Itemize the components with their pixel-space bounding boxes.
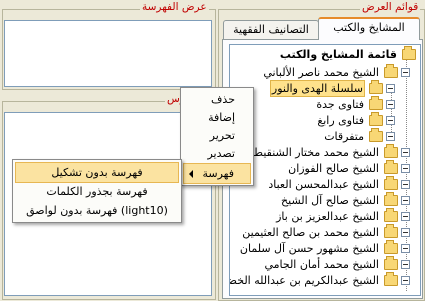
context-menu: حذف إضافة تحرير تصدير فهرسة (180, 87, 254, 186)
submenu-item-word-roots[interactable]: فهرسة بجذور الكلمات (15, 182, 179, 203)
collapse-icon[interactable] (401, 243, 410, 253)
submenu-item-no-affixes[interactable]: فهرسة بدون لواصق (light10) (15, 201, 179, 222)
collapse-icon[interactable] (401, 211, 410, 221)
folder-icon (369, 79, 383, 94)
folder-icon (384, 239, 398, 254)
tree-node[interactable]: الشيخ صالح آل الشيخ (280, 191, 410, 208)
tree-node[interactable]: متفرقات (323, 127, 395, 144)
collapse-icon[interactable] (401, 163, 410, 173)
collapse-icon[interactable] (401, 275, 410, 285)
collapse-icon[interactable] (401, 67, 410, 77)
folder-icon (384, 175, 398, 190)
folder-icon (384, 271, 398, 286)
submenu-item-no-diacritics[interactable]: فهرسة بدون تشكيل (15, 162, 179, 183)
tree-node[interactable]: فتاوى رابغ (316, 111, 395, 128)
tree-node[interactable]: الشيخ عبدالعزيز بن باز (275, 207, 410, 224)
tree-node[interactable]: الشيخ محمد مختار الشنقيطي (244, 143, 410, 160)
tree-node-selected[interactable]: سلسلة الهدى والنور (269, 79, 395, 97)
tree-node[interactable]: الشيخ محمد بن صالح العثيمين (241, 223, 410, 240)
folder-icon (369, 127, 383, 142)
collapse-icon[interactable] (386, 131, 395, 141)
collapse-icon[interactable] (401, 147, 410, 157)
tree-node[interactable]: فتاوى جدة (315, 95, 395, 112)
submenu-arrow-icon (189, 170, 193, 178)
folder-icon (384, 255, 398, 270)
collapse-icon[interactable] (401, 179, 410, 189)
index-display-box[interactable] (4, 20, 212, 87)
folder-icon (369, 111, 383, 126)
tree-node[interactable]: الشيخ عبدالكريم بن عبدالله الخضير (230, 271, 410, 288)
display-lists-title: قوائم العرض (360, 1, 421, 13)
tree-node[interactable]: الشيخ صالح الفوزان (287, 159, 410, 176)
folder-icon (384, 143, 398, 158)
menu-item-export[interactable]: تصدير (183, 144, 251, 165)
scholars-tree[interactable]: قائمة المشايخ والكتب الشيخ محمد ناصر الأ… (229, 44, 421, 296)
folder-icon (384, 207, 398, 222)
collapse-icon[interactable] (401, 227, 410, 237)
tree-node[interactable]: الشيخ مشهور حسن آل سلمان (239, 239, 410, 256)
tab-fiqh-categories[interactable]: التصانيف الفقهية (223, 20, 319, 39)
collapse-icon[interactable] (401, 195, 410, 205)
collapse-icon[interactable] (386, 83, 395, 93)
menu-item-indexing[interactable]: فهرسة (183, 163, 251, 184)
folder-icon (384, 159, 398, 174)
tree-node[interactable]: الشيخ محمد ناصر الألباني (262, 63, 410, 80)
folder-icon (402, 45, 416, 60)
indexing-submenu: فهرسة بدون تشكيل فهرسة بجذور الكلمات فهر… (12, 159, 182, 223)
tab-scholars-books[interactable]: المشايخ والكتب (318, 17, 420, 40)
tree-node[interactable]: الشيخ محمد أمان الجامي (263, 255, 410, 272)
collapse-icon[interactable] (386, 99, 395, 109)
tree-root[interactable]: قائمة المشايخ والكتب (279, 45, 416, 62)
collapse-icon[interactable] (386, 115, 395, 125)
folder-icon (369, 95, 383, 110)
folder-icon (384, 191, 398, 206)
folder-icon (384, 223, 398, 238)
tree-node[interactable]: الشيخ عبدالمحسن العباد (267, 175, 410, 192)
collapse-icon[interactable] (401, 259, 410, 269)
folder-icon (384, 63, 398, 78)
index-display-title: عرض الفهرسة (140, 1, 209, 13)
